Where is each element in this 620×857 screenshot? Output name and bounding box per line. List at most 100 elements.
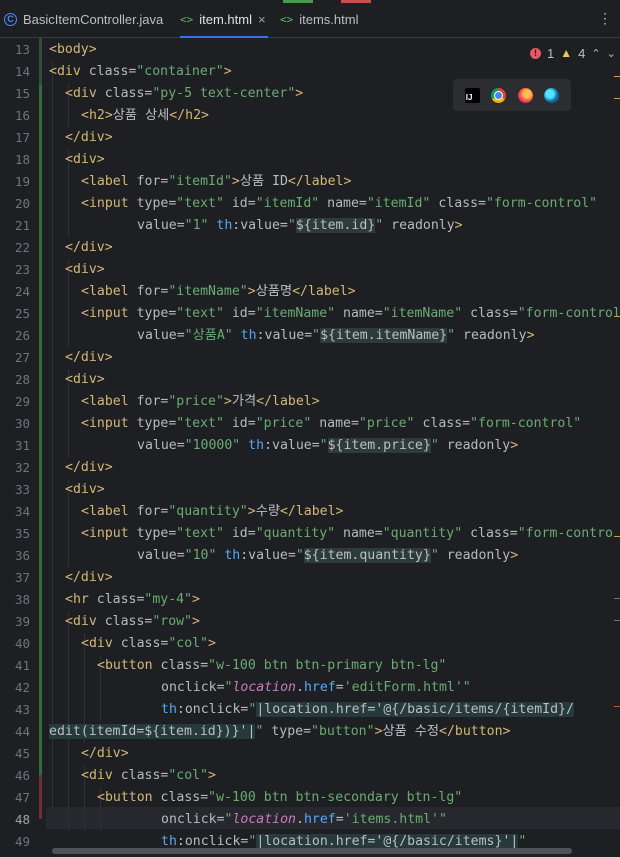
code-token: "quantity" xyxy=(255,526,344,541)
chevron-up-icon[interactable]: ⌃ xyxy=(591,47,600,60)
code-line[interactable]: </div> xyxy=(49,457,113,479)
warning-stripe[interactable] xyxy=(614,98,620,99)
code-line[interactable]: <body> xyxy=(49,39,97,61)
line-number: 43 xyxy=(14,702,30,717)
code-token: ${item.id} xyxy=(295,218,376,233)
warning-stripe[interactable] xyxy=(614,316,620,317)
code-line[interactable]: <div> xyxy=(49,369,105,391)
chrome-icon[interactable] xyxy=(491,87,507,103)
code-token: class= xyxy=(120,768,169,783)
code-line[interactable]: <label for="price">가격</label> xyxy=(49,391,320,413)
code-line[interactable]: <h2>상품 상세</h2> xyxy=(49,105,209,127)
code-token: <div xyxy=(81,768,121,783)
code-token: name= xyxy=(343,526,383,541)
code-token: th xyxy=(161,702,177,717)
code-line[interactable]: <div> xyxy=(49,149,105,171)
code-token: 상품 수정 xyxy=(382,724,439,739)
code-token: class= xyxy=(120,636,169,651)
code-token: <div xyxy=(81,636,121,651)
code-line[interactable]: value="상품A" th:value="${item.itemName}" … xyxy=(49,325,535,347)
info-stripe[interactable] xyxy=(614,598,620,599)
tab-basic-item-controller[interactable]: C BasicItemController.java xyxy=(4,0,163,38)
code-token: <input xyxy=(81,196,137,211)
code-line[interactable]: <input type="text" id="itemId" name="ite… xyxy=(49,193,597,215)
code-line[interactable]: edit(itemId=${item.id})}'|" type="button… xyxy=(49,721,510,743)
code-line[interactable]: <input type="text" id="itemName" name="i… xyxy=(49,303,620,325)
code-token: <div xyxy=(65,86,105,101)
code-line[interactable]: <div class="py-5 text-center"> xyxy=(49,83,303,105)
close-icon[interactable]: × xyxy=(258,12,266,27)
editor-tab-bar: C BasicItemController.java <> item.html … xyxy=(0,0,620,38)
code-token: "quantity" xyxy=(168,504,248,519)
code-token: "10000" xyxy=(184,438,249,453)
code-line[interactable]: <label for="quantity">수량</label> xyxy=(49,501,344,523)
info-stripe[interactable] xyxy=(614,620,620,621)
error-count: 1 xyxy=(547,45,555,61)
line-number: 48 xyxy=(14,812,30,827)
code-token: > xyxy=(247,284,256,299)
code-line[interactable]: th:onclick="|location.href='@{/basic/ite… xyxy=(49,699,574,721)
intellij-icon[interactable]: IJ xyxy=(464,87,480,103)
firefox-icon[interactable] xyxy=(517,87,533,103)
code-line[interactable]: onclick="location.href='items.html'" xyxy=(49,809,447,831)
code-line[interactable]: <div class="col"> xyxy=(49,633,216,655)
code-line[interactable]: </div> xyxy=(49,127,113,149)
code-token: "col" xyxy=(168,636,209,651)
code-line[interactable]: value="10000" th:value="${item.price}" r… xyxy=(49,435,518,457)
code-line[interactable]: <label for="itemId">상품 ID</label> xyxy=(49,171,351,193)
code-line[interactable]: </div> xyxy=(49,347,113,369)
code-line[interactable]: <button class="w-100 btn btn-primary btn… xyxy=(49,655,446,677)
more-options-icon[interactable]: ⋮ xyxy=(598,12,612,26)
code-line[interactable]: value="1" th:value="${item.id}" readonly… xyxy=(49,215,463,237)
code-line[interactable]: <hr class="my-4"> xyxy=(49,589,200,611)
line-number: 34 xyxy=(14,504,30,519)
code-token: <h2> xyxy=(81,108,113,123)
code-line[interactable]: <input type="text" id="price" name="pric… xyxy=(49,413,581,435)
code-token: </h2> xyxy=(169,108,209,123)
line-number: 33 xyxy=(14,482,30,497)
code-token: > xyxy=(510,548,519,563)
code-token: id= xyxy=(231,306,256,321)
inspection-widget[interactable]: ! 1 ▲ 4 ⌃ ⌄ xyxy=(530,38,620,68)
code-line[interactable]: </div> xyxy=(49,567,113,589)
error-stripe[interactable] xyxy=(614,706,620,707)
code-line[interactable]: <button class="w-100 btn btn-secondary b… xyxy=(49,787,462,809)
code-token: <div> xyxy=(65,152,105,167)
code-line[interactable]: </div> xyxy=(49,743,129,765)
code-line[interactable]: <label for="itemName">상품명</label> xyxy=(49,281,356,303)
code-token: > xyxy=(223,64,232,79)
code-line[interactable]: <div class="container"> xyxy=(49,61,232,83)
code-line[interactable]: <div> xyxy=(49,259,105,281)
code-line[interactable]: <div class="col"> xyxy=(49,765,216,787)
code-token: "text" xyxy=(176,416,232,431)
line-number: 42 xyxy=(14,680,30,695)
code-token: ${item.quantity} xyxy=(303,548,431,563)
code-line[interactable]: <input type="text" id="quantity" name="q… xyxy=(49,523,613,545)
chevron-down-icon[interactable]: ⌄ xyxy=(607,47,616,60)
warning-stripe[interactable] xyxy=(614,76,620,77)
code-token: " xyxy=(462,680,471,695)
code-token: " xyxy=(430,548,447,563)
code-token: > xyxy=(454,218,463,233)
code-line[interactable]: <div> xyxy=(49,479,105,501)
warning-stripe[interactable] xyxy=(614,536,620,537)
code-line[interactable]: value="10" th:value="${item.quantity}" r… xyxy=(49,545,518,567)
code-token: <label xyxy=(81,504,137,519)
code-token: > xyxy=(247,504,256,519)
code-line[interactable]: onclick="location.href='editForm.html'" xyxy=(49,677,471,699)
line-number: 16 xyxy=(14,108,30,123)
code-line[interactable]: </div> xyxy=(49,237,113,259)
code-token: "price" xyxy=(358,416,423,431)
tab-items-html[interactable]: <> items.html xyxy=(280,0,358,38)
code-token: . xyxy=(296,680,304,695)
line-number: 31 xyxy=(14,438,30,453)
code-token: for= xyxy=(136,504,169,519)
tab-item-html[interactable]: <> item.html × xyxy=(180,0,268,38)
code-token: <div xyxy=(49,64,89,79)
edge-icon[interactable] xyxy=(544,87,560,103)
code-line[interactable]: <div class="row"> xyxy=(49,611,200,633)
code-token: > xyxy=(208,768,216,783)
code-token: type= xyxy=(136,306,177,321)
horizontal-scrollbar[interactable] xyxy=(52,848,572,854)
code-token: </label> xyxy=(279,504,344,519)
